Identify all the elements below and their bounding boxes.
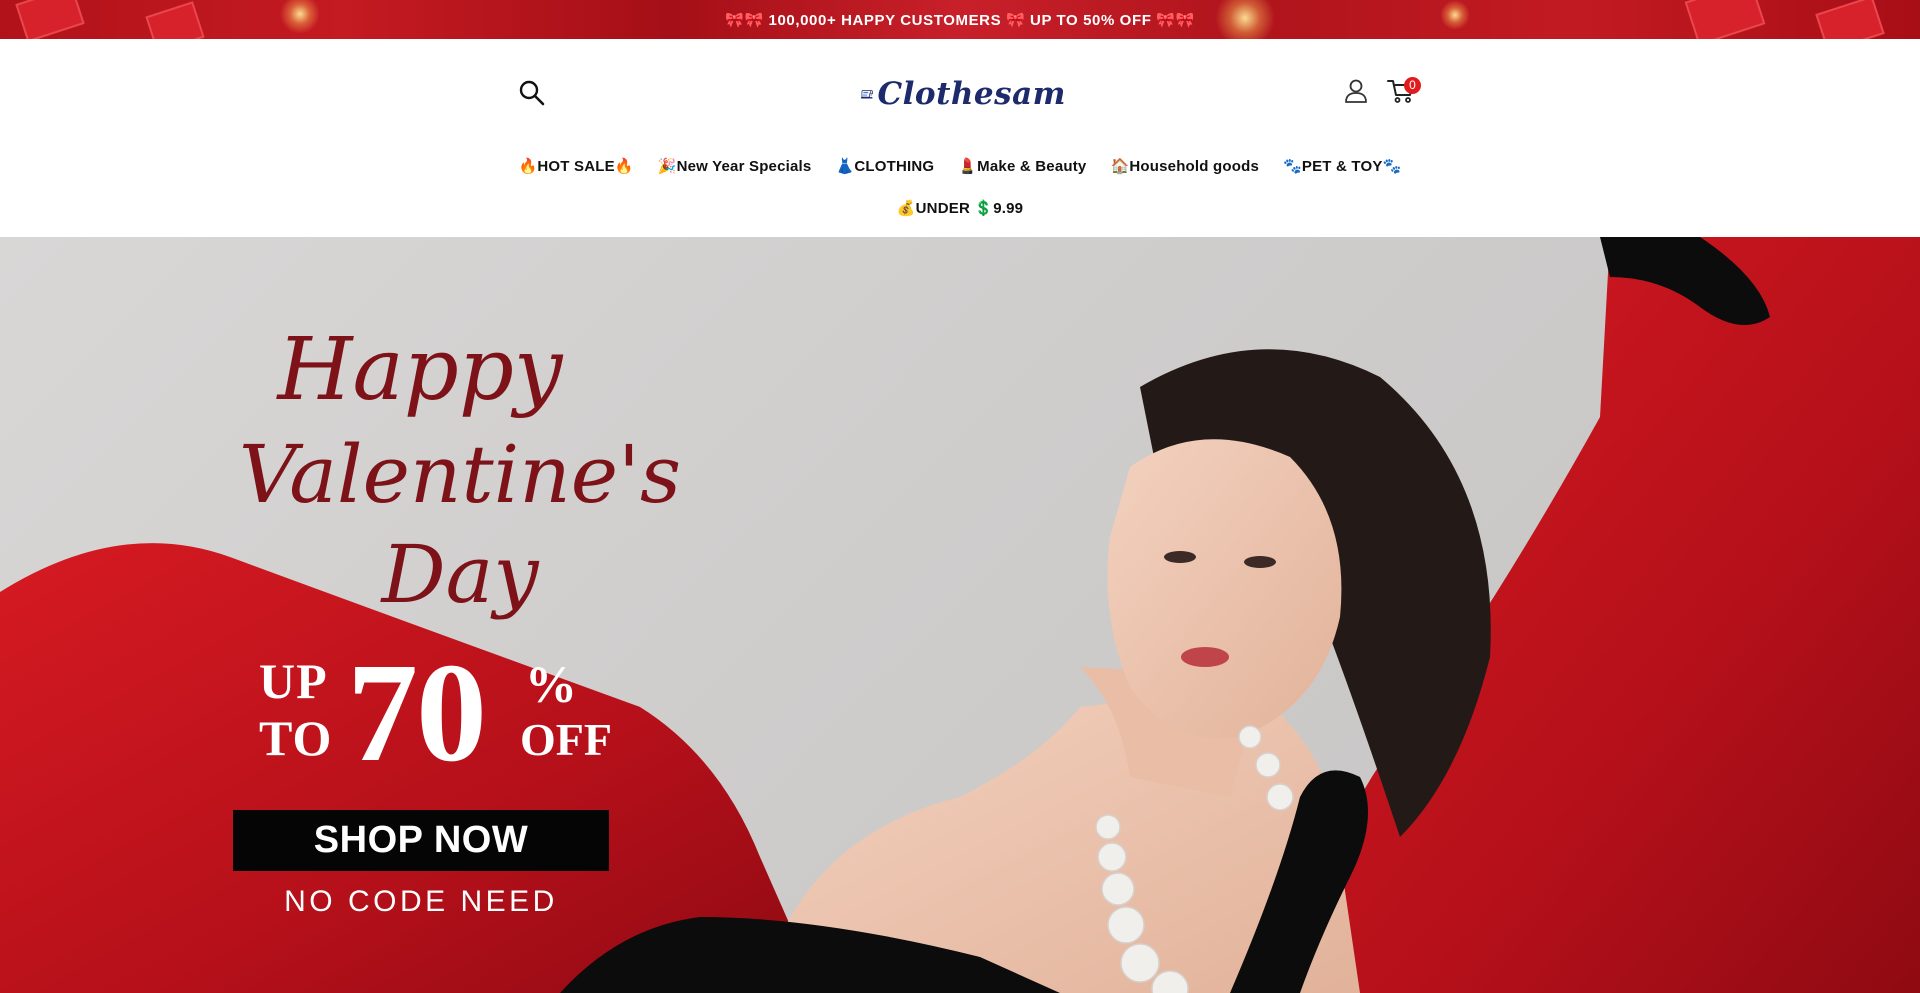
hero-banner[interactable]: Happy Valentine's Day UP TO 70 % OFF SHO… [0, 237, 1920, 993]
promo-to-text: TO [259, 710, 333, 766]
main-nav: 🔥HOT SALE🔥 🎉New Year Specials 👗CLOTHING … [0, 157, 1920, 175]
promo-up-text: UP [259, 653, 328, 709]
announcement-bar: 🎀🎀 100,000+ HAPPY CUSTOMERS 🎀 UP TO 50% … [0, 0, 1920, 39]
account-button[interactable] [1342, 77, 1370, 105]
nav-item-make-beauty[interactable]: 💄Make & Beauty [958, 157, 1086, 175]
nav-item-pet-toy[interactable]: 🐾PET & TOY🐾 [1283, 157, 1401, 175]
sewing-machine-logo-icon [860, 90, 873, 99]
logo-wordmark: Clothesam [877, 76, 1066, 112]
account-icon [1345, 79, 1367, 103]
nav-item-hot-sale[interactable]: 🔥HOT SALE🔥 [519, 157, 634, 175]
nav-item-household-goods[interactable]: 🏠Household goods [1110, 157, 1259, 175]
hero-title-line-2: Valentine's Day [238, 427, 682, 621]
nav-item-new-year-specials[interactable]: 🎉New Year Specials [658, 157, 812, 175]
main-nav-row-2: 💰UNDER 💲9.99 [0, 199, 1920, 217]
cart-count-badge: 0 [1404, 77, 1421, 94]
site-logo[interactable]: Clothesam [860, 69, 1066, 119]
shop-now-button[interactable]: SHOP NOW [233, 810, 609, 871]
promo-off-text: OFF [520, 714, 612, 765]
search-icon [519, 80, 545, 106]
promo-discount: UP TO 70 % OFF [255, 633, 615, 791]
hero-title: Happy Valentine's Day [150, 317, 750, 625]
promo-percent: % [525, 657, 577, 714]
search-button[interactable] [518, 79, 546, 107]
no-code-note: NO CODE NEED [284, 885, 558, 918]
nav-item-clothing[interactable]: 👗CLOTHING [835, 157, 934, 175]
announcement-text: 🎀🎀 100,000+ HAPPY CUSTOMERS 🎀 UP TO 50% … [725, 12, 1195, 29]
hero-title-line-1: Happy [277, 320, 563, 420]
site-header: Clothesam 0 🔥HOT SALE🔥 🎉New Year Special… [0, 39, 1920, 237]
promo-number: 70 [347, 633, 487, 791]
nav-item-under-9-99[interactable]: 💰UNDER 💲9.99 [897, 199, 1023, 217]
